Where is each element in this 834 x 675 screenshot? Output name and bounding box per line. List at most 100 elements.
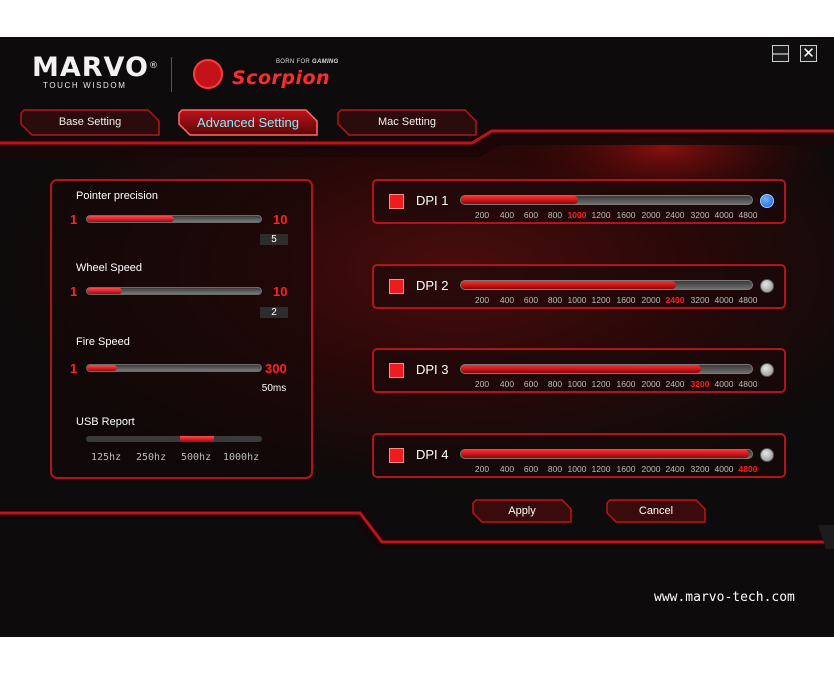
dpi-4-tick-600[interactable]: 600 xyxy=(524,464,538,474)
dpi-4-tick-2000[interactable]: 2000 xyxy=(642,464,661,474)
dpi-2-tick-1200[interactable]: 1200 xyxy=(592,295,611,305)
dpi-3-tick-200[interactable]: 200 xyxy=(475,379,489,389)
dpi-3-tick-400[interactable]: 400 xyxy=(500,379,514,389)
dpi-4-tick-1000[interactable]: 1000 xyxy=(568,464,587,474)
dpi-1-tick-1200[interactable]: 1200 xyxy=(592,210,611,220)
pointer-precision-max: 10 xyxy=(273,212,288,227)
marvo-logo-text: MARVO xyxy=(32,52,149,83)
dpi-3-tick-600[interactable]: 600 xyxy=(524,379,538,389)
dpi-3-tick-4800[interactable]: 4800 xyxy=(739,379,758,389)
dpi-1-tick-4000[interactable]: 4000 xyxy=(715,210,734,220)
dpi-1-tick-4800[interactable]: 4800 xyxy=(739,210,758,220)
dpi-2-slider[interactable] xyxy=(460,280,753,290)
dpi-1-tick-3200[interactable]: 3200 xyxy=(691,210,710,220)
dpi-3-radio[interactable] xyxy=(760,363,774,377)
dpi-4-tick-1600[interactable]: 1600 xyxy=(617,464,636,474)
dpi-2-tick-4800[interactable]: 4800 xyxy=(739,295,758,305)
dpi-1-slider[interactable] xyxy=(460,195,753,205)
close-button[interactable]: ✕ xyxy=(800,45,817,62)
minimize-button[interactable]: — xyxy=(772,45,789,62)
dpi-1-tick-1000[interactable]: 1000 xyxy=(568,210,587,220)
usb-option-500[interactable]: 500hz xyxy=(181,452,211,463)
dpi-1-tick-1600[interactable]: 1600 xyxy=(617,210,636,220)
dpi-2-tick-2400[interactable]: 2400 xyxy=(666,295,685,305)
marvo-tagline: TOUCH WISDOM xyxy=(43,81,127,90)
dpi-1-ticks: 200 400 600 800 1000 1200 1600 2000 2400 3200 4000… xyxy=(466,210,758,222)
dpi-row-4: DPI 4 200 400 600 800 1000 1200 1600 2000 2400 32… xyxy=(372,433,786,478)
dpi-1-tick-2400[interactable]: 2400 xyxy=(666,210,685,220)
dpi-3-tick-1200[interactable]: 1200 xyxy=(592,379,611,389)
wheel-speed-min: 1 xyxy=(70,284,78,299)
dpi-1-checkbox[interactable] xyxy=(389,194,404,209)
scorpion-icon xyxy=(193,59,223,89)
product-tagline: BORN FOR GAMING xyxy=(276,59,339,65)
dpi-3-checkbox[interactable] xyxy=(389,363,404,378)
tab-mac-setting[interactable]: Mac Setting xyxy=(337,109,477,136)
dpi-3-slider[interactable] xyxy=(460,364,753,374)
usb-option-125[interactable]: 125hz xyxy=(91,452,121,463)
dpi-3-tick-1600[interactable]: 1600 xyxy=(617,379,636,389)
dpi-1-radio[interactable] xyxy=(760,194,774,208)
dpi-1-tick-600[interactable]: 600 xyxy=(524,210,538,220)
registered-mark: ® xyxy=(148,61,159,71)
dpi-3-tick-2400[interactable]: 2400 xyxy=(666,379,685,389)
fire-speed-slider[interactable] xyxy=(86,364,262,372)
dpi-4-tick-4000[interactable]: 4000 xyxy=(715,464,734,474)
dpi-4-radio[interactable] xyxy=(760,448,774,462)
product-tagline-emphasis: GAMING xyxy=(312,59,339,65)
usb-report-label: USB Report xyxy=(76,416,135,428)
cancel-button-label: Cancel xyxy=(638,505,674,517)
dpi-4-tick-3200[interactable]: 3200 xyxy=(691,464,710,474)
apply-button[interactable]: Apply xyxy=(472,499,572,523)
tab-advanced-setting[interactable]: Advanced Setting xyxy=(178,109,318,136)
fire-speed-value: 50ms xyxy=(261,383,287,394)
dpi-2-tick-4000[interactable]: 4000 xyxy=(715,295,734,305)
dpi-3-tick-2000[interactable]: 2000 xyxy=(642,379,661,389)
dpi-2-fill xyxy=(461,281,676,289)
dpi-4-tick-4800[interactable]: 4800 xyxy=(739,464,758,474)
dpi-2-tick-1000[interactable]: 1000 xyxy=(568,295,587,305)
dpi-4-tick-2400[interactable]: 2400 xyxy=(666,464,685,474)
usb-option-250[interactable]: 250hz xyxy=(136,452,166,463)
pointer-precision-slider[interactable] xyxy=(86,215,262,223)
apply-button-label: Apply xyxy=(508,505,536,517)
tab-base-setting[interactable]: Base Setting xyxy=(20,109,160,136)
cancel-button[interactable]: Cancel xyxy=(606,499,706,523)
dpi-2-tick-600[interactable]: 600 xyxy=(524,295,538,305)
usb-report-slider[interactable] xyxy=(86,436,262,442)
dpi-3-tick-4000[interactable]: 4000 xyxy=(715,379,734,389)
dpi-2-tick-400[interactable]: 400 xyxy=(500,295,514,305)
dpi-2-tick-3200[interactable]: 3200 xyxy=(691,295,710,305)
dpi-2-radio[interactable] xyxy=(760,279,774,293)
dpi-2-checkbox[interactable] xyxy=(389,279,404,294)
dpi-1-tick-2000[interactable]: 2000 xyxy=(642,210,661,220)
pointer-precision-fill xyxy=(87,216,174,222)
tab-advanced-setting-label: Advanced Setting xyxy=(197,115,299,130)
dpi-4-slider[interactable] xyxy=(460,449,753,459)
dpi-4-tick-1200[interactable]: 1200 xyxy=(592,464,611,474)
dpi-2-tick-2000[interactable]: 2000 xyxy=(642,295,661,305)
dpi-1-tick-400[interactable]: 400 xyxy=(500,210,514,220)
dpi-4-tick-400[interactable]: 400 xyxy=(500,464,514,474)
dpi-3-tick-1000[interactable]: 1000 xyxy=(568,379,587,389)
dpi-2-tick-200[interactable]: 200 xyxy=(475,295,489,305)
dpi-4-tick-200[interactable]: 200 xyxy=(475,464,489,474)
product-tagline-prefix: BORN FOR xyxy=(276,59,311,65)
dpi-row-1: DPI 1 200 400 600 800 1000 1200 1600 2000 2400 32… xyxy=(372,179,786,224)
dpi-row-3: DPI 3 200 400 600 800 1000 1200 1600 2000 2400 32… xyxy=(372,348,786,393)
dpi-3-tick-3200[interactable]: 3200 xyxy=(691,379,710,389)
tab-base-setting-label: Base Setting xyxy=(58,116,122,128)
dpi-2-label: DPI 2 xyxy=(416,278,449,293)
dpi-1-tick-800[interactable]: 800 xyxy=(548,210,562,220)
usb-report-fill xyxy=(180,436,214,442)
dpi-4-checkbox[interactable] xyxy=(389,448,404,463)
dpi-3-tick-800[interactable]: 800 xyxy=(548,379,562,389)
dpi-1-tick-200[interactable]: 200 xyxy=(475,210,489,220)
dpi-2-tick-1600[interactable]: 1600 xyxy=(617,295,636,305)
fire-speed-fill xyxy=(87,365,117,371)
usb-option-1000[interactable]: 1000hz xyxy=(223,452,259,463)
dpi-row-2: DPI 2 200 400 600 800 1000 1200 1600 2000 2400 32… xyxy=(372,264,786,309)
dpi-4-tick-800[interactable]: 800 xyxy=(548,464,562,474)
dpi-2-tick-800[interactable]: 800 xyxy=(548,295,562,305)
wheel-speed-slider[interactable] xyxy=(86,287,262,295)
